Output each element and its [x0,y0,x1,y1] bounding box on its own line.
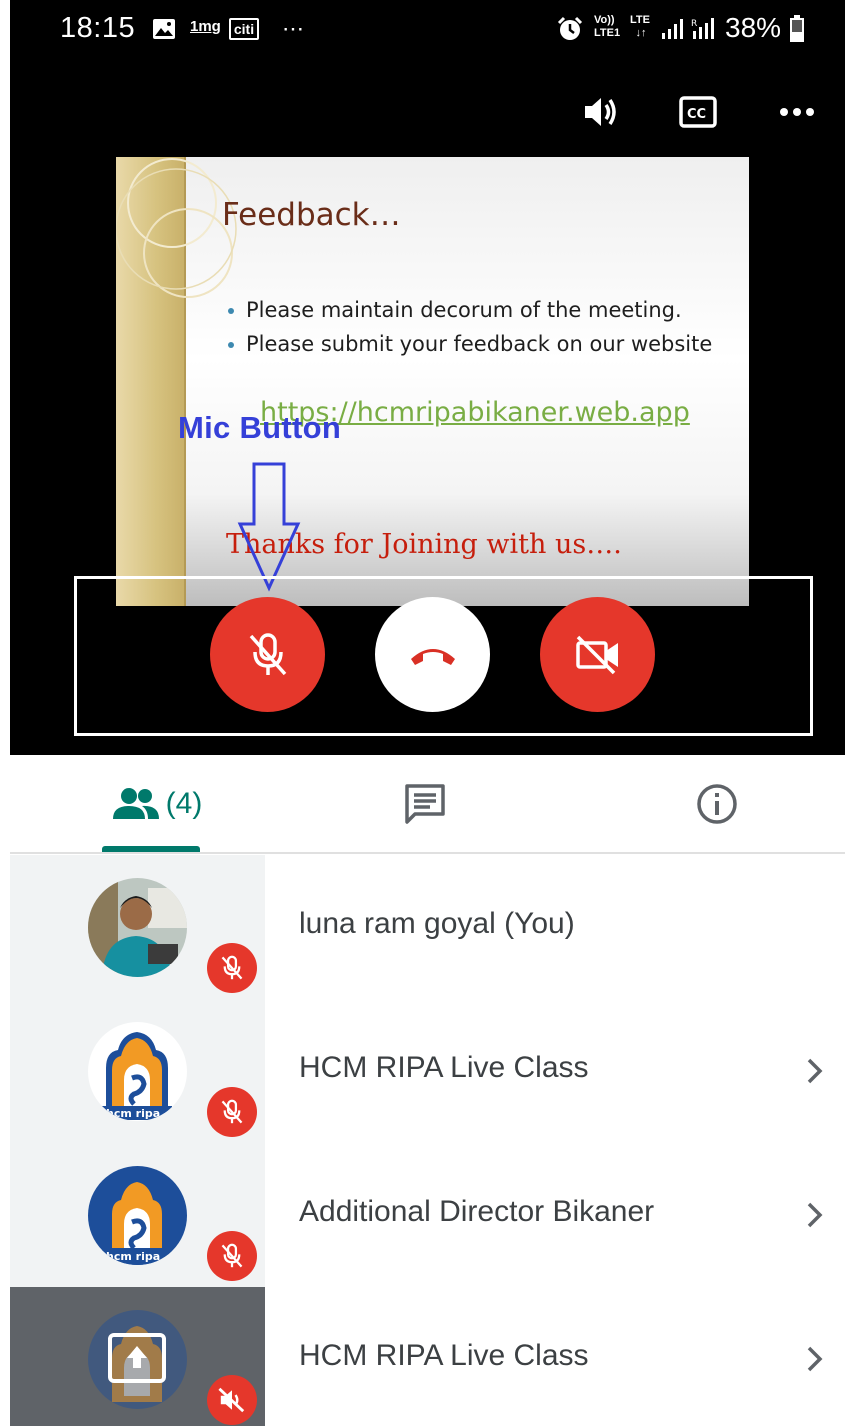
hcm-ripa-logo: hcm ripa [88,1166,187,1265]
participant-name: HCM RIPA Live Class [299,1051,589,1084]
more-options-button[interactable] [773,90,821,134]
battery-icon [788,14,806,44]
annotation-arrow-icon [237,462,301,592]
citi-label: citi [233,21,255,37]
battery-percent: 38% [725,12,782,43]
lte-label: LTE [630,14,650,26]
avatar [88,878,187,977]
tab-info[interactable] [687,755,747,852]
lte1-label: LTE1 [594,27,621,39]
video-area: 18:15 1mg citi ⋯ Vo)) LTE1 LTE ↓↑ R 38% [10,0,845,755]
volume-off-badge [207,1375,257,1425]
data-arrows-icon: ↓↑ [635,27,647,39]
participant-avatar-area: hcm ripa [10,999,265,1143]
info-icon [697,783,737,824]
active-tab-indicator [102,846,200,852]
muted-badge [207,1087,257,1137]
alarm-icon [555,16,585,41]
chat-icon [405,783,445,824]
mic-off-icon [221,1099,243,1124]
mic-off-icon [249,632,286,675]
participant-name: HCM RIPA Live Class [299,1339,589,1372]
signal-icon [660,17,688,41]
mic-button[interactable] [210,597,325,712]
camera-off-icon [575,635,618,674]
participant-list: luna ram goyal (You) hcm ripa HCM RIPA L… [10,855,845,1426]
participant-row[interactable]: hcm ripa HCM RIPA Live Class [10,999,845,1143]
participant-avatar-area [10,855,265,999]
svg-text:CC: CC [687,107,706,122]
end-call-button[interactable] [375,597,490,712]
chevron-right-icon[interactable] [800,1339,830,1379]
end-call-icon [410,648,455,665]
volume-off-icon [218,1387,245,1413]
more-options-icon [780,108,814,116]
slide-bullets: Please maintain decorum of the meeting. … [226,295,736,363]
slide-bullet: Please maintain decorum of the meeting. [226,295,736,325]
people-icon [112,787,159,819]
annotation-label: Mic Button [178,410,342,445]
tab-bar: (4) [10,755,845,854]
citi-icon: citi [229,18,259,40]
mic-off-icon [221,955,243,980]
logo-text: hcm ripa [106,1107,160,1120]
signal-roaming-icon: R [690,17,720,41]
slide-title: Feedback… [222,197,401,233]
status-time: 18:15 [60,12,136,44]
participant-row[interactable]: HCM RIPA Live Class [10,1287,845,1426]
presentation-slide: Feedback… Please maintain decorum of the… [116,157,749,606]
screen-share-icon [108,1333,166,1383]
participant-row[interactable]: hcm ripa Additional Director Bikaner [10,1143,845,1287]
hcm-ripa-logo: hcm ripa [88,1022,187,1121]
participant-name: Additional Director Bikaner [299,1195,655,1228]
people-count: (4) [165,786,203,820]
participant-row[interactable]: luna ram goyal (You) [10,855,845,999]
status-bar: 18:15 1mg citi ⋯ Vo)) LTE1 LTE ↓↑ R 38% [10,0,845,62]
volte-label: Vo)) [594,14,615,26]
notification-1mg: 1mg [190,18,221,35]
speaker-button[interactable] [577,90,625,134]
closed-captions-icon: CC [679,96,717,128]
svg-text:R: R [691,19,697,29]
gallery-icon [151,17,177,41]
slide-bullet: Please submit your feedback on our websi… [226,329,736,359]
muted-badge [207,943,257,993]
participant-avatar-area [10,1287,265,1426]
chevron-right-icon[interactable] [800,1195,830,1235]
speaker-icon [585,98,616,126]
muted-badge [207,1231,257,1281]
participant-name: luna ram goyal (You) [299,907,575,940]
tab-chat[interactable] [395,755,455,852]
mic-off-icon [221,1243,243,1268]
logo-text: hcm ripa [106,1250,160,1263]
tab-people[interactable]: (4) [102,755,212,852]
participant-avatar-area: hcm ripa [10,1143,265,1287]
captions-button[interactable]: CC [674,90,722,134]
chevron-right-icon[interactable] [800,1051,830,1091]
camera-button[interactable] [540,597,655,712]
more-notifications-icon: ⋯ [282,16,304,41]
